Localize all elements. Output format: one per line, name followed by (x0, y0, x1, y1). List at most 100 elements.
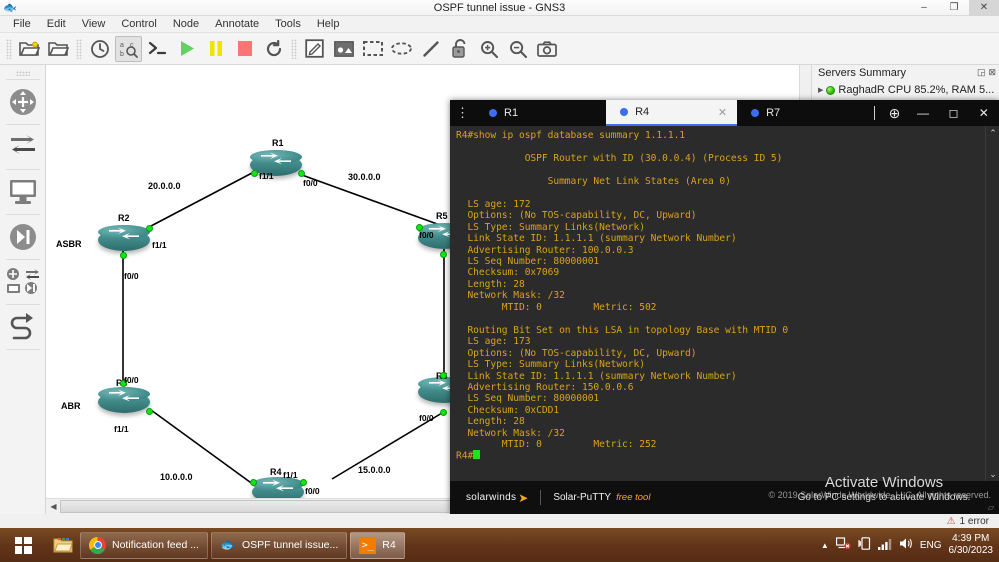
browse-end-devices-icon[interactable] (3, 170, 43, 214)
screenshot-abc-icon[interactable]: acb (115, 35, 142, 62)
draw-ellipse-icon[interactable] (388, 36, 415, 62)
windows-start-icon[interactable] (0, 528, 46, 562)
putty-minimize-button[interactable]: — (908, 100, 938, 126)
port-dot (440, 372, 447, 379)
language-indicator[interactable]: ENG (920, 540, 942, 551)
divider (874, 106, 876, 120)
tab-r7[interactable]: R7 (737, 100, 868, 126)
scroll-up-arrow[interactable]: ⌃ (986, 126, 999, 140)
scroll-down-arrow[interactable]: ⌄ (986, 467, 999, 481)
server-row[interactable]: ▶ RaghadR CPU 85.2%, RAM 5... (812, 82, 999, 98)
node-r1[interactable]: R1 (250, 138, 305, 180)
lock-items-icon[interactable] (446, 36, 473, 62)
add-session-icon[interactable]: ⊕ (881, 100, 908, 126)
resize-grip-icon[interactable]: ▱ (988, 503, 995, 512)
node-role-asbr: ASBR (56, 239, 82, 249)
clock-date: 6/30/2023 (948, 545, 994, 556)
menu-kebab-icon[interactable]: ⋮ (450, 100, 475, 126)
close-button[interactable]: ✕ (969, 0, 999, 16)
free-tool-label: free tool (616, 492, 651, 503)
tab-close-icon[interactable]: ✕ (718, 106, 727, 119)
server-entry-label: RaghadR CPU 85.2%, RAM 5... (838, 84, 995, 96)
file-explorer-icon[interactable] (46, 528, 80, 562)
browse-routers-icon[interactable] (3, 80, 43, 124)
open-folder-icon[interactable] (45, 36, 72, 62)
title-bar: 🐟 OSPF tunnel issue - GNS3 – ❐ ✕ (0, 0, 999, 16)
browse-all-devices-icon[interactable] (3, 260, 43, 304)
interface-label: f1/1 (152, 240, 167, 250)
tab-r4[interactable]: R4 ✕ (606, 100, 738, 126)
stop-all-icon[interactable] (231, 36, 258, 62)
tab-label: R7 (766, 107, 781, 119)
minimize-button[interactable]: – (909, 0, 939, 16)
terminal-scrollbar[interactable]: ⌃ ⌄ (985, 126, 999, 481)
menu-file[interactable]: File (6, 17, 38, 31)
restore-icon[interactable]: ◲ (977, 67, 986, 78)
node-r2[interactable]: R2 ASBR (56, 213, 153, 259)
toolbar-grip-3 (291, 38, 297, 59)
taskbar-item-gns3[interactable]: 🐟 OSPF tunnel issue... (210, 531, 348, 559)
menu-control[interactable]: Control (114, 17, 163, 31)
port-dot (298, 170, 305, 177)
taskbar-item-chrome[interactable]: Notification feed ... (80, 531, 208, 559)
open-project-icon[interactable] (16, 36, 43, 62)
error-count-label[interactable]: 1 error (960, 516, 989, 527)
router-icon (250, 150, 302, 180)
show-hidden-icons-icon[interactable]: ▲ (821, 541, 829, 550)
network-label: 20.0.0.0 (148, 181, 181, 191)
menu-node[interactable]: Node (166, 17, 206, 31)
solarwinds-brand-label: solarwinds (466, 492, 517, 503)
scroll-left-arrow[interactable]: ◀ (47, 500, 60, 513)
menu-annotate[interactable]: Annotate (208, 17, 266, 31)
product-name-label: Solar-PuTTY (553, 492, 612, 503)
edit-notes-icon[interactable] (301, 36, 328, 62)
maximize-button[interactable]: ❐ (939, 0, 969, 16)
draw-line-icon[interactable] (417, 36, 444, 62)
insert-image-icon[interactable] (330, 36, 357, 62)
device-toolbar (0, 65, 46, 514)
system-tray: ▲ ENG 4:39 PM 6/30/2023 (821, 533, 999, 557)
interface-label: f1/1 (259, 171, 274, 181)
tab-label: R1 (504, 107, 519, 119)
network-error-icon[interactable] (835, 537, 851, 553)
draw-rectangle-icon[interactable] (359, 36, 386, 62)
start-all-icon[interactable] (173, 36, 200, 62)
servers-summary-title: Servers Summary (812, 65, 999, 81)
browse-security-devices-icon[interactable] (3, 215, 43, 259)
menu-help[interactable]: Help (310, 17, 347, 31)
terminal-output-area[interactable]: R4#show ip ospf database summary 1.1.1.1… (450, 126, 999, 481)
window-controls: – ❐ ✕ (909, 0, 999, 16)
clock[interactable]: 4:39 PM 6/30/2023 (949, 533, 994, 557)
signal-icon[interactable] (877, 538, 892, 553)
expand-triangle-icon[interactable]: ▶ (818, 86, 823, 94)
router-icon (98, 387, 150, 417)
taskbar-item-putty[interactable]: >_ R4 (350, 531, 405, 559)
screenshot-icon[interactable] (533, 36, 560, 62)
close-icon[interactable]: ⊠ (988, 67, 996, 78)
window-title: OSPF tunnel issue - GNS3 (433, 2, 566, 14)
browse-switches-icon[interactable] (3, 125, 43, 169)
recent-snapshots-icon[interactable] (86, 36, 113, 62)
network-label: 10.0.0.0 (160, 472, 193, 482)
menu-view[interactable]: View (75, 17, 113, 31)
interface-label: f0/0 (305, 486, 320, 496)
menu-edit[interactable]: Edit (40, 17, 73, 31)
putty-maximize-button[interactable]: ◻ (938, 100, 968, 126)
pause-all-icon[interactable] (202, 36, 229, 62)
device-icon[interactable] (858, 537, 871, 553)
zoom-out-icon[interactable] (504, 36, 531, 62)
add-link-icon[interactable] (3, 305, 43, 349)
putty-close-button[interactable]: ✕ (969, 100, 999, 126)
port-dot (120, 252, 127, 259)
solarwinds-logo-icon: ➤ (518, 490, 529, 505)
zoom-in-icon[interactable] (475, 36, 502, 62)
node-r3[interactable]: R3 ABR (61, 378, 153, 417)
interface-label: f1/1 (283, 470, 298, 480)
console-icon[interactable] (144, 36, 171, 62)
reload-all-icon[interactable] (260, 36, 287, 62)
port-dot (146, 225, 153, 232)
menu-tools[interactable]: Tools (268, 17, 308, 31)
network-label: 15.0.0.0 (358, 465, 391, 475)
tab-r1[interactable]: R1 (475, 100, 606, 126)
volume-icon[interactable] (899, 537, 913, 553)
